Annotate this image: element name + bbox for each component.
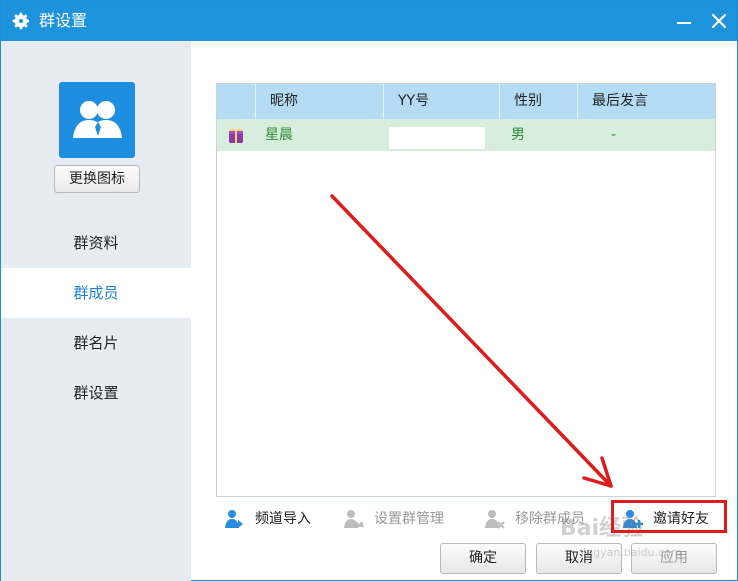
column-header-last-message[interactable]: 最后发言	[577, 84, 715, 119]
invite-friend-button[interactable]: 邀请好友	[621, 507, 725, 531]
sidebar-item-group-settings[interactable]: 群设置	[1, 368, 191, 418]
confirm-button[interactable]: 确定	[440, 543, 526, 574]
member-yy-number-redacted	[389, 127, 485, 149]
member-gender: 男	[511, 127, 525, 143]
title-bar[interactable]: 群设置	[1, 1, 737, 41]
table-header: 昵称 YY号 性别 最后发言	[217, 84, 715, 119]
sidebar-item-group-info[interactable]: 群资料	[1, 218, 191, 268]
remove-member-icon	[485, 510, 505, 529]
import-users-icon	[225, 510, 243, 528]
set-admin-label: 设置群管理	[374, 511, 444, 527]
member-last-message: -	[611, 127, 617, 143]
owner-crown-icon	[229, 128, 243, 143]
sidebar-item-group-members[interactable]: 群成员	[1, 268, 191, 318]
channel-import-label: 频道导入	[255, 511, 311, 527]
column-header-yy-number[interactable]: YY号	[383, 84, 499, 119]
member-table[interactable]: 昵称 YY号 性别 最后发言 星晨 男 -	[216, 83, 716, 497]
set-admin-button[interactable]: 设置群管理	[342, 507, 458, 531]
group-settings-window: 群设置 更换图标 群资料 群成员 群名片 群设置 昵称 YY号 性别 最后发言 …	[0, 0, 738, 581]
set-admin-icon	[344, 510, 364, 528]
remove-member-button[interactable]: 移除群成员	[483, 507, 599, 531]
invite-friend-icon	[623, 510, 643, 528]
member-nickname: 星晨	[265, 127, 293, 143]
cancel-button[interactable]: 取消	[536, 543, 622, 574]
column-header-gender[interactable]: 性别	[499, 84, 577, 119]
channel-import-button[interactable]: 频道导入	[223, 507, 323, 531]
close-icon[interactable]	[707, 9, 731, 33]
column-header-nickname[interactable]: 昵称	[255, 84, 383, 119]
invite-friend-label: 邀请好友	[653, 511, 709, 527]
apply-button[interactable]: 应用	[631, 543, 717, 574]
sidebar: 更换图标 群资料 群成员 群名片 群设置	[1, 41, 191, 581]
minimize-button[interactable]	[673, 11, 695, 33]
change-icon-button[interactable]: 更换图标	[54, 165, 140, 193]
column-header-role	[217, 84, 255, 119]
group-avatar	[59, 82, 135, 158]
sidebar-item-group-card[interactable]: 群名片	[1, 318, 191, 368]
remove-member-label: 移除群成员	[515, 511, 585, 527]
window-title: 群设置	[39, 11, 88, 30]
table-row[interactable]: 星晨 男 -	[217, 119, 715, 151]
gear-icon	[12, 12, 29, 30]
group-people-icon	[73, 101, 122, 138]
